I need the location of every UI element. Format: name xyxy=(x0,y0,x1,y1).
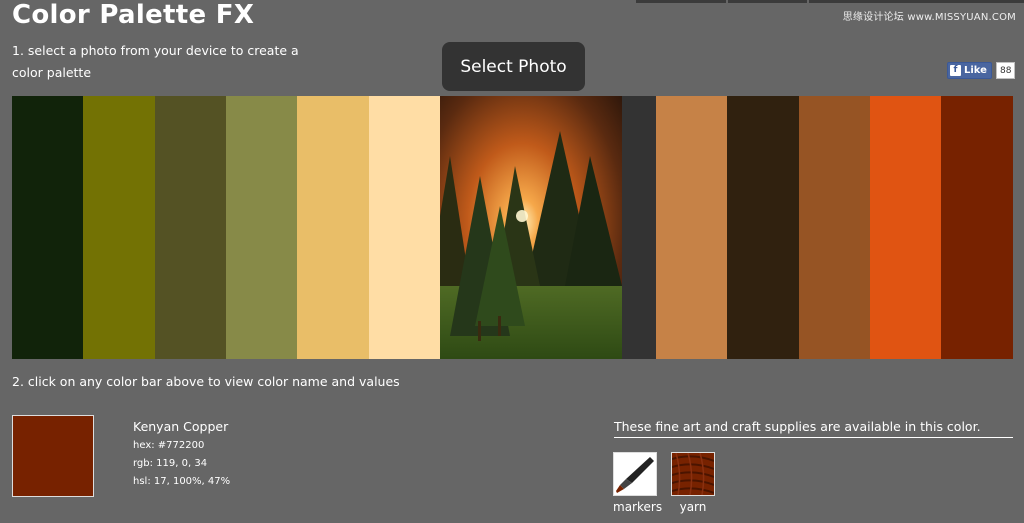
color-palette xyxy=(12,96,1013,359)
step1-instruction: 1. select a photo from your device to cr… xyxy=(12,43,299,80)
color-bar-12[interactable] xyxy=(941,96,1013,359)
top-tab-1[interactable] xyxy=(636,0,726,3)
yarn-icon xyxy=(671,452,715,496)
color-bar-2[interactable] xyxy=(83,96,155,359)
color-name: Kenyan Copper xyxy=(133,419,229,434)
top-tabs xyxy=(636,0,1024,3)
selected-color-swatch xyxy=(12,415,94,497)
facebook-like-label: Like xyxy=(964,65,987,76)
supply-label-markers: markers xyxy=(613,500,663,514)
color-bar-4[interactable] xyxy=(226,96,297,359)
color-bar-1[interactable] xyxy=(12,96,83,359)
color-bar-10[interactable] xyxy=(799,96,870,359)
step2-instruction: 2. click on any color bar above to view … xyxy=(12,374,400,389)
select-photo-button[interactable]: Select Photo xyxy=(442,42,585,91)
top-tab-3[interactable] xyxy=(809,0,1024,3)
color-bar-7[interactable] xyxy=(622,96,656,359)
marker-icon xyxy=(613,452,657,496)
color-bar-3[interactable] xyxy=(155,96,226,359)
color-bar-8[interactable] xyxy=(656,96,727,359)
color-rgb: rgb: 119, 0, 34 xyxy=(133,458,208,469)
sunset-forest-photo[interactable] xyxy=(440,96,622,359)
top-tab-2[interactable] xyxy=(728,0,807,3)
color-hex: hex: #772200 xyxy=(133,440,205,451)
supplies-heading: These fine art and craft supplies are av… xyxy=(614,419,1013,438)
supply-label-yarn: yarn xyxy=(679,500,707,514)
facebook-like-count: 88 xyxy=(995,62,1016,79)
watermark: 思缘设计论坛 www.MISSYUAN.COM xyxy=(842,12,1016,23)
color-hsl: hsl: 17, 100%, 47% xyxy=(133,476,231,487)
app-title: Color Palette FX xyxy=(12,0,255,30)
supply-yarn[interactable]: yarn xyxy=(671,452,715,514)
color-bar-6[interactable] xyxy=(369,96,440,359)
supply-markers[interactable]: markers xyxy=(613,452,662,514)
facebook-like-button[interactable]: f Like xyxy=(947,62,992,79)
selected-color-info: Kenyan Copper hex: #772200 rgb: 119, 0, … xyxy=(133,419,230,491)
facebook-like-widget: f Like 88 xyxy=(947,62,1016,79)
color-bar-9[interactable] xyxy=(727,96,799,359)
facebook-icon: f xyxy=(950,65,961,76)
color-bar-11[interactable] xyxy=(870,96,941,359)
color-bar-5[interactable] xyxy=(297,96,369,359)
